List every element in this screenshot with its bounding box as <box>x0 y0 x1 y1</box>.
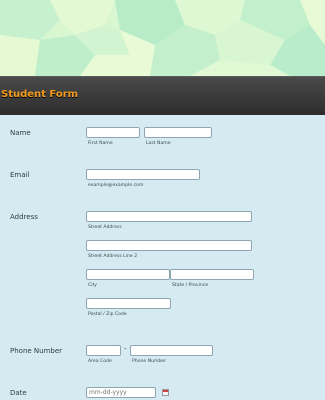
calendar-icon[interactable] <box>162 389 169 396</box>
last-name-sublabel: Last Name <box>146 141 171 146</box>
date-input[interactable] <box>86 387 156 398</box>
address-label: Address <box>10 213 38 221</box>
phone-separator: - <box>124 345 127 353</box>
form-header: Student Form <box>0 76 325 116</box>
street-address-line2-sublabel: Street Address Line 2 <box>88 254 138 259</box>
phone-number-label: Phone Number <box>10 347 63 355</box>
state-province-sublabel: State / Province <box>172 283 209 288</box>
city-input[interactable] <box>86 269 170 280</box>
form-body <box>0 115 325 400</box>
postal-code-input[interactable] <box>86 298 171 309</box>
street-address-input[interactable] <box>86 211 252 222</box>
email-label: Email <box>10 171 30 179</box>
state-province-input[interactable] <box>170 269 254 280</box>
form-title: Student Form <box>1 89 79 100</box>
street-address-line2-input[interactable] <box>86 240 252 251</box>
area-code-sublabel: Area Code <box>88 359 112 364</box>
area-code-input[interactable] <box>86 345 121 356</box>
email-input[interactable] <box>86 169 200 180</box>
phone-number-sublabel: Phone Number <box>132 359 167 364</box>
phone-number-input[interactable] <box>130 345 213 356</box>
first-name-input[interactable] <box>86 127 140 138</box>
hero-banner <box>0 0 325 76</box>
name-label: Name <box>10 129 31 137</box>
postal-code-sublabel: Postal / Zip Code <box>88 312 127 317</box>
last-name-input[interactable] <box>144 127 212 138</box>
email-sublabel: example@example.com <box>88 183 144 188</box>
city-sublabel: City <box>88 283 98 288</box>
date-label: Date <box>10 389 27 397</box>
first-name-sublabel: First Name <box>88 141 113 146</box>
hexagon-pattern <box>0 0 325 76</box>
street-address-sublabel: Street Address <box>88 225 122 230</box>
